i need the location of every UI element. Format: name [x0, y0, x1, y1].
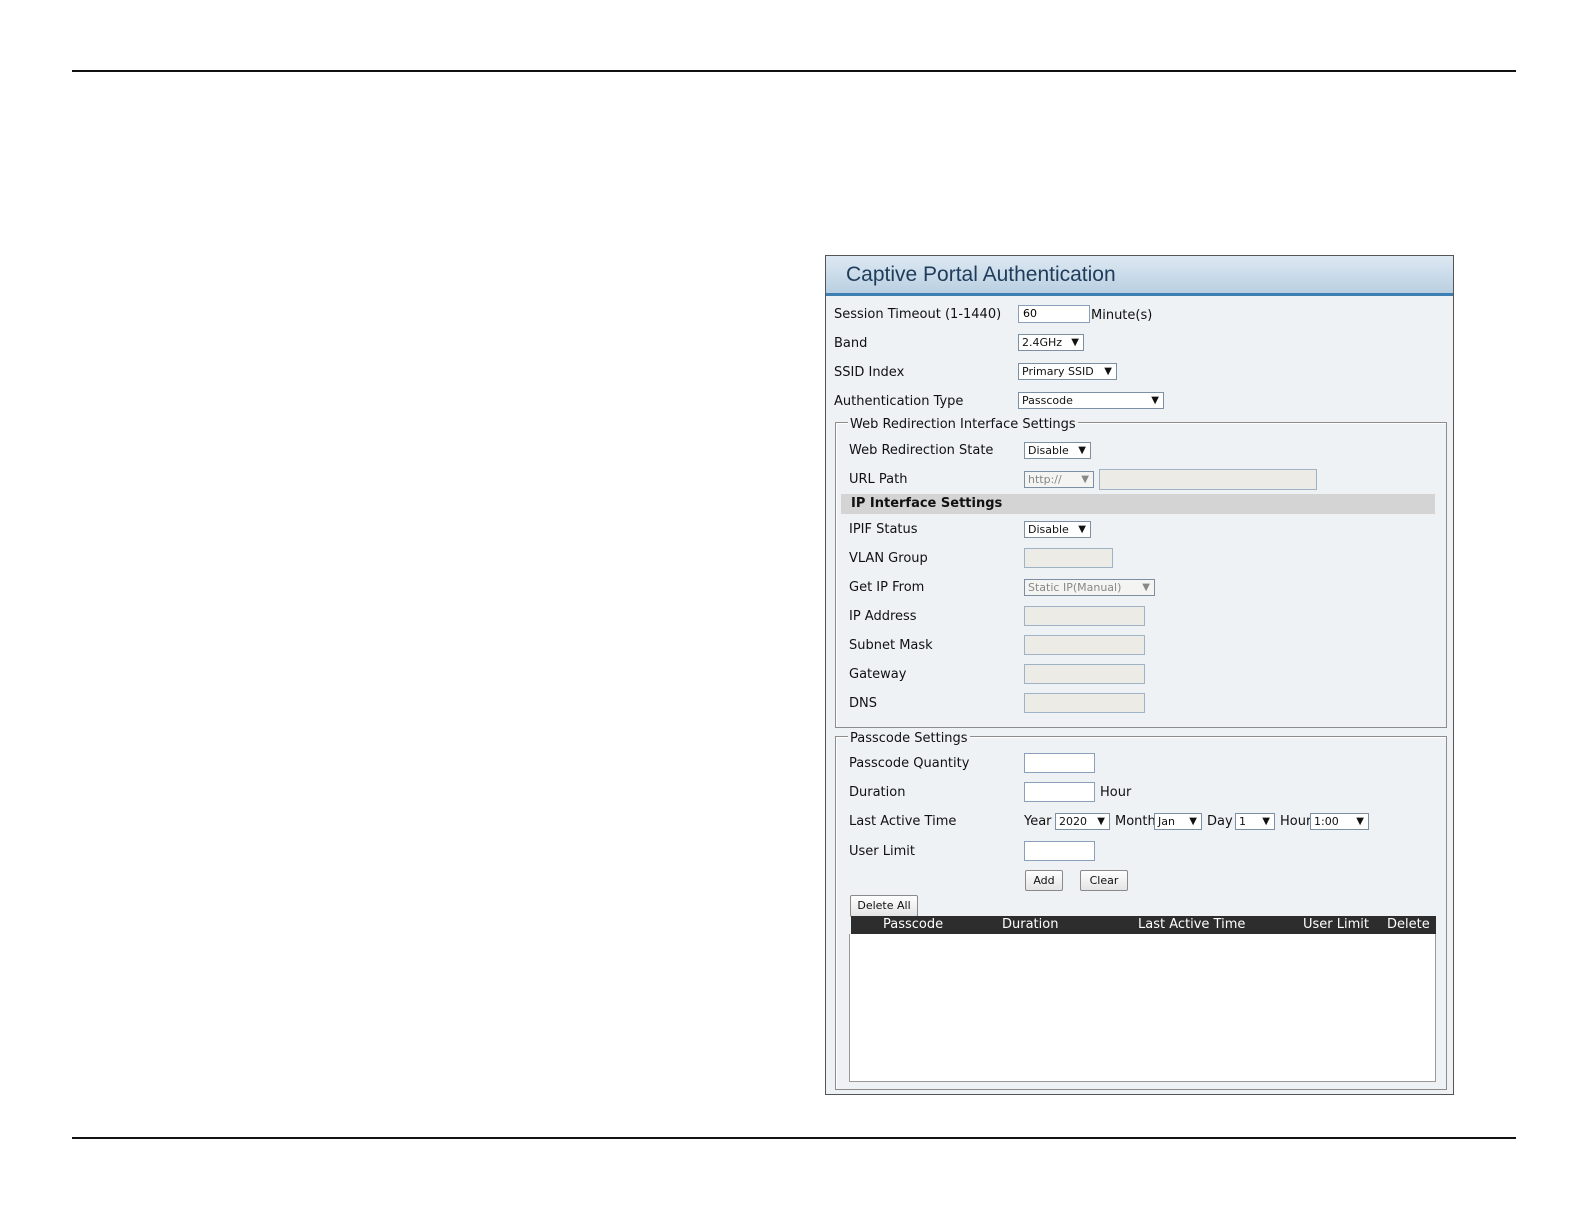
top-rule — [72, 70, 1516, 72]
chevron-down-icon: ▼ — [1081, 474, 1089, 485]
chevron-down-icon: ▼ — [1097, 816, 1105, 827]
band-select[interactable]: 2.4GHz ▼ — [1018, 334, 1084, 351]
add-button[interactable]: Add — [1025, 870, 1063, 891]
year-value: 2020 — [1059, 815, 1087, 828]
web-redirection-state-label: Web Redirection State — [849, 443, 994, 458]
dns-label: DNS — [849, 696, 877, 711]
web-redirection-legend: Web Redirection Interface Settings — [848, 417, 1078, 433]
session-timeout-label: Session Timeout (1-1440) — [834, 307, 1002, 322]
delete-all-button[interactable]: Delete All — [850, 895, 918, 917]
hour-select[interactable]: 1:00 ▼ — [1310, 813, 1369, 830]
ipif-status-label: IPIF Status — [849, 522, 918, 537]
duration-unit: Hour — [1100, 785, 1132, 800]
month-label: Month — [1115, 814, 1156, 829]
month-value: Jan — [1158, 815, 1175, 828]
chevron-down-icon: ▼ — [1262, 816, 1270, 827]
column-header-delete: Delete — [1387, 917, 1430, 932]
get-ip-from-select[interactable]: Static IP(Manual) ▼ — [1024, 579, 1155, 596]
chevron-down-icon: ▼ — [1142, 582, 1150, 593]
month-select[interactable]: Jan ▼ — [1154, 813, 1202, 830]
subnet-mask-input[interactable] — [1024, 635, 1145, 655]
day-label: Day — [1207, 814, 1233, 829]
authentication-type-label: Authentication Type — [834, 394, 964, 409]
chevron-down-icon: ▼ — [1071, 337, 1079, 348]
vlan-group-input[interactable] — [1024, 548, 1113, 568]
passcode-table-header: Passcode Duration Last Active Time User … — [851, 916, 1436, 934]
url-path-input[interactable] — [1099, 469, 1317, 490]
url-path-label: URL Path — [849, 472, 908, 487]
panel-title: Captive Portal Authentication — [846, 263, 1116, 286]
column-header-user-limit: User Limit — [1303, 917, 1369, 932]
column-header-passcode: Passcode — [883, 917, 944, 932]
url-scheme-select[interactable]: http:// ▼ — [1024, 471, 1094, 488]
get-ip-from-value: Static IP(Manual) — [1028, 581, 1122, 594]
band-value: 2.4GHz — [1022, 336, 1063, 349]
chevron-down-icon: ▼ — [1151, 395, 1159, 406]
gateway-input[interactable] — [1024, 664, 1145, 684]
year-label: Year — [1024, 814, 1052, 829]
web-redirection-state-value: Disable — [1028, 444, 1069, 457]
bottom-rule — [72, 1137, 1516, 1139]
column-header-duration: Duration — [1002, 917, 1059, 932]
web-redirection-state-select[interactable]: Disable ▼ — [1024, 442, 1091, 459]
ip-address-label: IP Address — [849, 609, 917, 624]
session-timeout-input[interactable]: 60 — [1018, 305, 1090, 323]
subnet-mask-label: Subnet Mask — [849, 638, 933, 653]
vlan-group-label: VLAN Group — [849, 551, 928, 566]
hour-value: 1:00 — [1314, 815, 1339, 828]
column-header-last-active-time: Last Active Time — [1138, 917, 1246, 932]
url-scheme-value: http:// — [1028, 473, 1062, 486]
ipif-status-value: Disable — [1028, 523, 1069, 536]
hour-label: Hour — [1280, 814, 1312, 829]
authentication-type-value: Passcode — [1022, 394, 1073, 407]
chevron-down-icon: ▼ — [1078, 445, 1086, 456]
ssid-index-label: SSID Index — [834, 365, 905, 380]
passcode-quantity-label: Passcode Quantity — [849, 756, 970, 771]
last-active-time-label: Last Active Time — [849, 814, 957, 829]
dns-input[interactable] — [1024, 693, 1145, 713]
band-label: Band — [834, 336, 868, 351]
ip-interface-settings-heading: IP Interface Settings — [841, 494, 1435, 514]
user-limit-input[interactable] — [1024, 841, 1095, 861]
ssid-index-value: Primary SSID — [1022, 365, 1094, 378]
day-value: 1 — [1239, 815, 1246, 828]
gateway-label: Gateway — [849, 667, 907, 682]
passcode-table-body — [849, 934, 1436, 1082]
chevron-down-icon: ▼ — [1356, 816, 1364, 827]
ip-address-input[interactable] — [1024, 606, 1145, 626]
year-select[interactable]: 2020 ▼ — [1055, 813, 1110, 830]
passcode-settings-legend: Passcode Settings — [848, 731, 970, 747]
authentication-type-select[interactable]: Passcode ▼ — [1018, 392, 1164, 409]
user-limit-label: User Limit — [849, 844, 915, 859]
duration-label: Duration — [849, 785, 906, 800]
session-timeout-unit: Minute(s) — [1091, 308, 1153, 323]
day-select[interactable]: 1 ▼ — [1235, 813, 1275, 830]
chevron-down-icon: ▼ — [1189, 816, 1197, 827]
duration-input[interactable] — [1024, 782, 1095, 802]
chevron-down-icon: ▼ — [1078, 524, 1086, 535]
ssid-index-select[interactable]: Primary SSID ▼ — [1018, 363, 1117, 380]
ipif-status-select[interactable]: Disable ▼ — [1024, 521, 1091, 538]
chevron-down-icon: ▼ — [1104, 366, 1112, 377]
panel-header: Captive Portal Authentication — [826, 256, 1453, 296]
passcode-quantity-input[interactable] — [1024, 753, 1095, 773]
get-ip-from-label: Get IP From — [849, 580, 925, 595]
clear-button[interactable]: Clear — [1080, 870, 1128, 891]
captive-portal-panel: Captive Portal Authentication Session Ti… — [825, 255, 1454, 1095]
